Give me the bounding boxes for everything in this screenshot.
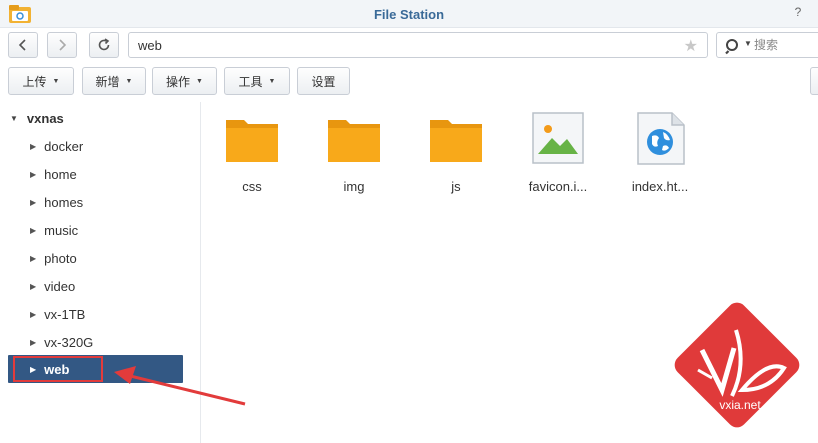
- html-file-icon: [637, 112, 685, 165]
- watermark-text: vxia.net: [719, 398, 761, 412]
- file-item-js[interactable]: js: [416, 108, 496, 200]
- action-button-label: 操作: [166, 74, 191, 89]
- file-name: css: [242, 179, 262, 194]
- new-button-label: 新增: [95, 74, 120, 89]
- path-field[interactable]: web ★: [128, 32, 708, 58]
- refresh-button[interactable]: [89, 32, 119, 58]
- chevron-down-icon: ▼: [52, 77, 60, 85]
- upload-button[interactable]: 上传 ▼: [8, 67, 74, 95]
- tree-root-label: vxnas: [26, 110, 64, 126]
- collapsed-triangle-icon[interactable]: ▶: [30, 254, 36, 263]
- tree-item-home[interactable]: ▶ home: [30, 163, 77, 185]
- tree-item-label: vx-320G: [44, 334, 94, 350]
- search-options-caret-icon[interactable]: ▼: [744, 39, 752, 48]
- settings-button[interactable]: 设置: [297, 67, 350, 95]
- new-button[interactable]: 新增 ▼: [82, 67, 146, 95]
- tree-item-label: vx-1TB: [44, 306, 86, 322]
- search-icon: [725, 39, 738, 55]
- file-name: index.ht...: [631, 179, 689, 194]
- tree-item-homes[interactable]: ▶ homes: [30, 191, 83, 213]
- path-text: web: [138, 38, 162, 53]
- tree-item-video[interactable]: ▶ video: [30, 275, 75, 297]
- tree-item-photo[interactable]: ▶ photo: [30, 247, 77, 269]
- tree-item-vx-1tb[interactable]: ▶ vx-1TB: [30, 303, 85, 325]
- view-mode-button[interactable]: [810, 67, 818, 95]
- back-button[interactable]: [8, 32, 38, 58]
- file-item-index-html[interactable]: index.ht...: [620, 108, 700, 200]
- collapsed-triangle-icon[interactable]: ▶: [30, 282, 36, 291]
- toolbar: 上传 ▼ 新增 ▼ 操作 ▼ 工具 ▼ 设置: [0, 64, 818, 100]
- title-bar: File Station ?: [0, 0, 818, 28]
- chevron-down-icon: ▼: [268, 77, 276, 85]
- action-button[interactable]: 操作 ▼: [152, 67, 217, 95]
- file-item-favicon[interactable]: favicon.i...: [518, 108, 598, 200]
- star-icon[interactable]: ★: [684, 36, 698, 56]
- file-name: js: [451, 179, 461, 194]
- tree-item-label: docker: [44, 138, 84, 154]
- chevron-down-icon: ▼: [196, 77, 203, 85]
- folder-icon: [430, 120, 482, 162]
- file-name: favicon.i...: [528, 179, 588, 194]
- annotation-highlight-box: [13, 356, 103, 382]
- settings-button-label: 设置: [311, 74, 336, 89]
- collapsed-triangle-icon[interactable]: ▶: [30, 198, 36, 207]
- tree-root-vxnas[interactable]: ▼ vxnas: [10, 108, 64, 128]
- annotation-arrow-icon: [114, 366, 246, 406]
- vxia-watermark-logo: [674, 302, 800, 428]
- search-input[interactable]: [754, 36, 818, 54]
- expanded-triangle-icon[interactable]: ▼: [10, 114, 18, 123]
- collapsed-triangle-icon[interactable]: ▶: [30, 226, 36, 235]
- window-title: File Station: [373, 7, 445, 22]
- folder-icon: [328, 120, 380, 162]
- collapsed-triangle-icon[interactable]: ▶: [30, 338, 36, 347]
- file-item-css[interactable]: css: [212, 108, 292, 200]
- collapsed-triangle-icon[interactable]: ▶: [30, 310, 36, 319]
- image-file-icon: [532, 112, 584, 164]
- collapsed-triangle-icon[interactable]: ▶: [30, 142, 36, 151]
- tree-item-label: homes: [44, 194, 84, 210]
- chevron-right-icon: [59, 39, 67, 51]
- tools-button[interactable]: 工具 ▼: [224, 67, 290, 95]
- file-item-img[interactable]: img: [314, 108, 394, 200]
- file-name: img: [343, 179, 365, 194]
- search-box[interactable]: ▼: [716, 32, 818, 58]
- navigation-bar: web ★ ▼: [0, 28, 818, 64]
- tree-item-docker[interactable]: ▶ docker: [30, 135, 83, 157]
- tree-item-label: music: [44, 222, 79, 238]
- help-button[interactable]: ?: [790, 5, 806, 21]
- chevron-left-icon: [18, 39, 26, 51]
- folder-icon: [226, 120, 278, 162]
- chevron-down-icon: ▼: [125, 77, 133, 85]
- tools-button-label: 工具: [238, 74, 263, 89]
- refresh-icon: [98, 38, 110, 51]
- forward-button[interactable]: [47, 32, 77, 58]
- tree-item-label: home: [44, 166, 77, 182]
- tree-item-vx-320g[interactable]: ▶ vx-320G: [30, 331, 93, 353]
- tree-item-label: video: [44, 278, 76, 294]
- collapsed-triangle-icon[interactable]: ▶: [30, 170, 36, 179]
- upload-button-label: 上传: [22, 74, 47, 89]
- tree-item-music[interactable]: ▶ music: [30, 219, 78, 241]
- tree-item-label: photo: [44, 250, 77, 266]
